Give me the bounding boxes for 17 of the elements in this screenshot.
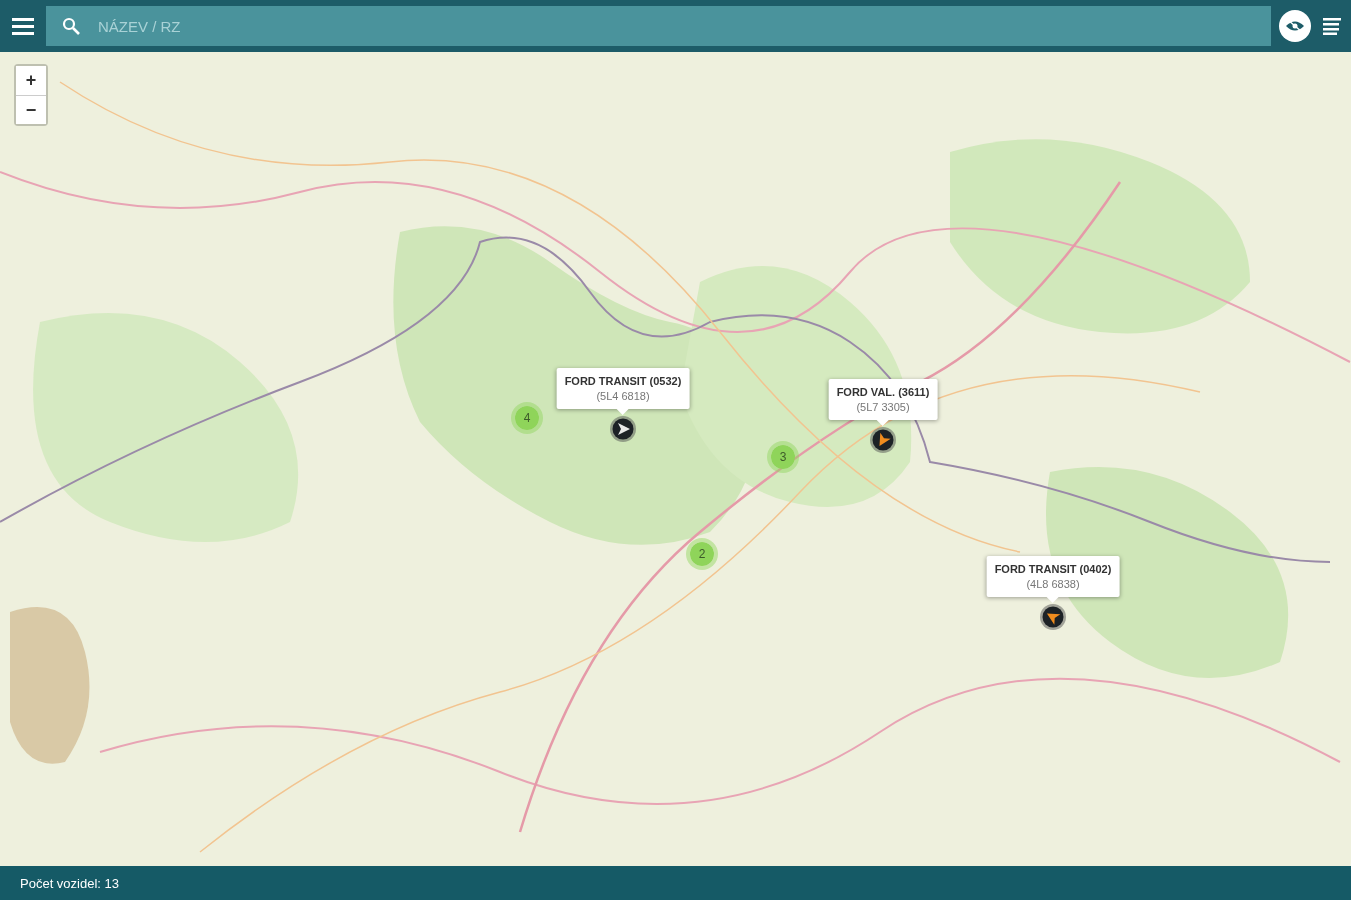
list-icon <box>1323 17 1341 35</box>
visibility-button[interactable] <box>1279 10 1311 42</box>
zoom-out-button[interactable]: − <box>16 95 46 124</box>
vehicle-plate: (4L8 6838) <box>1025 578 1081 590</box>
search-icon <box>62 17 80 35</box>
vehicle-count: Počet vozidel: 13 <box>20 875 119 891</box>
vehicle-marker[interactable] <box>1039 603 1067 631</box>
vehicle-name: FORD TRANSIT (0402) <box>994 563 1112 575</box>
vehicle-name: FORD TRANSIT (0532) <box>564 375 682 387</box>
vehicle-name: FORD VAL. (3611) <box>836 386 930 398</box>
menu-icon <box>12 17 34 35</box>
vehicle-marker[interactable] <box>609 415 637 443</box>
search-field[interactable]: NÁZEV / RZ <box>46 6 1271 46</box>
eye-slash-icon <box>1285 19 1305 33</box>
vehicle-plate: (5L7 3305) <box>855 401 911 413</box>
vehicle-plate: (5L4 6818) <box>595 390 651 402</box>
vehicle-marker[interactable] <box>869 426 897 454</box>
